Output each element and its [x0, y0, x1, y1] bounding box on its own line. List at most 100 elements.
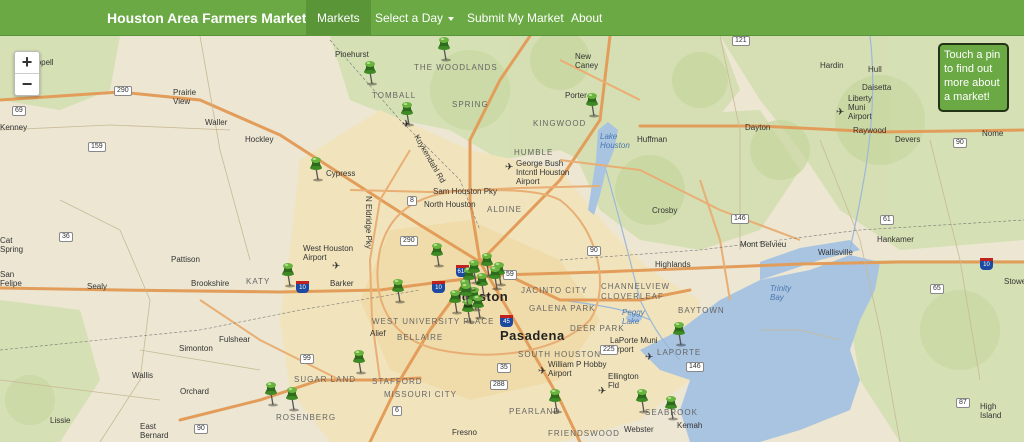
market-pin-icon[interactable]: [398, 101, 416, 127]
market-pin-icon[interactable]: [662, 395, 680, 421]
navbar: Houston Area Farmers Markets Markets Sel…: [0, 0, 1024, 36]
market-pin-icon[interactable]: [633, 388, 651, 414]
label-huffman: Huffman: [637, 135, 668, 144]
label-south-houston: SOUTH HOUSTON: [518, 350, 602, 359]
shield-290-city: 290: [400, 236, 418, 246]
label-brookshire: Brookshire: [191, 279, 230, 288]
label-rosenberg: ROSENBERG: [276, 413, 337, 422]
airport-icon-ellington: ✈: [598, 386, 607, 397]
label-the-woodlands: THE WOODLANDS: [414, 63, 498, 72]
label-new-caney: New Caney: [575, 52, 599, 70]
label-alief: Alief: [370, 329, 386, 338]
label-hardin: Hardin: [820, 61, 844, 70]
label-devers: Devers: [895, 135, 921, 144]
label-hull: Hull: [868, 65, 882, 74]
shield-90-east: 90: [953, 138, 967, 148]
shield-36: 36: [59, 232, 73, 242]
market-pin-icon[interactable]: [279, 262, 297, 288]
label-trinity-bay: Trinity Bay: [770, 284, 792, 302]
shield-i10-east: 10: [980, 258, 993, 270]
label-missouri-city: MISSOURI CITY: [384, 390, 458, 399]
nav-markets[interactable]: Markets: [306, 0, 371, 36]
label-highlands: Highlands: [655, 260, 691, 269]
label-barker: Barker: [330, 279, 354, 288]
label-deer-park: DEER PARK: [570, 324, 625, 333]
label-daisetta: Daisetta: [862, 83, 892, 92]
shield-99: 99: [300, 354, 314, 364]
label-katy: KATY: [246, 277, 271, 286]
label-bellaire: BELLAIRE: [397, 333, 444, 342]
shield-61: 61: [880, 215, 894, 225]
nav-about[interactable]: About: [560, 0, 613, 36]
shield-288: 288: [490, 380, 508, 390]
label-cat-spring: Cat Spring: [0, 236, 24, 254]
shield-6: 6: [392, 406, 402, 416]
label-hankamer: Hankamer: [877, 235, 914, 244]
shield-35: 35: [497, 363, 511, 373]
market-pin-icon[interactable]: [307, 156, 325, 182]
market-pin-icon[interactable]: [428, 242, 446, 268]
market-pin-icon[interactable]: [389, 278, 407, 304]
label-channelview: CHANNELVIEW: [601, 282, 671, 291]
label-spring: SPRING: [452, 100, 489, 109]
label-liberty-airport: Liberty Muni Airport: [848, 94, 873, 121]
label-lake-houston: Lake Houston: [600, 132, 630, 150]
nav-select-day-label: Select a Day: [375, 11, 444, 25]
label-galena-park: GALENA PARK: [529, 304, 596, 313]
label-aldine: ALDINE: [487, 205, 522, 214]
label-kingwood: KINGWOOD: [533, 119, 587, 128]
label-fulshear: Fulshear: [219, 335, 251, 344]
label-george-bush-airport: George Bush Intcntl Houston Airport: [516, 159, 570, 186]
label-hobby-airport: William P Hobby Airport: [548, 360, 607, 378]
map-canvas[interactable]: THE WOODLANDS TOMBALL SPRING KINGWOOD HU…: [0, 36, 1024, 442]
label-peggy-lake: Peggy Lake: [622, 308, 645, 326]
market-pin-icon[interactable]: [546, 388, 564, 414]
label-stafford: STAFFORD: [372, 377, 423, 386]
label-east-bernard: East Bernard: [140, 422, 169, 440]
market-pin-icon[interactable]: [583, 92, 601, 118]
nav-submit-market[interactable]: Submit My Market: [456, 0, 575, 36]
market-pin-icon[interactable]: [457, 282, 475, 308]
label-pasadena: Pasadena: [500, 328, 565, 343]
zoom-in-button[interactable]: +: [15, 52, 39, 74]
label-jacinto-city: JACINTO CITY: [521, 286, 588, 295]
label-orchard: Orchard: [180, 387, 209, 396]
label-pattison: Pattison: [171, 255, 200, 264]
shield-290: 290: [114, 86, 132, 96]
nav-select-day[interactable]: Select a Day: [364, 0, 465, 36]
label-lissie: Lissie: [50, 416, 71, 425]
label-cloverleaf: CLOVERLEAF: [601, 292, 664, 301]
shield-90-south: 90: [194, 424, 208, 434]
label-pinehurst: Pinehurst: [335, 50, 369, 59]
market-pin-icon[interactable]: [361, 60, 379, 86]
label-prairie-view: Prairie View: [173, 88, 197, 106]
label-high-island: High Island: [980, 402, 1002, 420]
shield-159: 159: [88, 142, 106, 152]
shield-121: 121: [732, 36, 750, 46]
shield-73: 69: [12, 106, 26, 116]
label-friendswood: FRIENDSWOOD: [548, 429, 620, 438]
label-nome: Nome: [982, 129, 1004, 138]
shield-45: 45: [500, 315, 513, 327]
market-pin-icon[interactable]: [435, 36, 453, 62]
label-webster: Webster: [624, 425, 654, 434]
label-stowe: Stowe: [1004, 277, 1024, 286]
label-laporte: LAPORTE: [657, 348, 702, 357]
shield-146-south: 146: [686, 362, 704, 372]
market-pin-icon[interactable]: [283, 386, 301, 412]
zoom-out-button[interactable]: −: [15, 74, 39, 95]
airport-icon-hobby: ✈: [538, 366, 547, 377]
map-tip: Touch a pin to find out more about a mar…: [938, 43, 1009, 112]
airport-icon-iah: ✈: [505, 162, 514, 173]
market-pin-icon[interactable]: [262, 381, 280, 407]
shield-65: 65: [930, 284, 944, 294]
airport-icon-laporte: ✈: [645, 352, 654, 363]
airport-icon-liberty: ✈: [836, 107, 845, 118]
label-mont-belvieu: Mont Belvieu: [740, 240, 787, 249]
label-simonton: Simonton: [179, 344, 213, 353]
market-pin-icon[interactable]: [670, 321, 688, 347]
market-pin-icon[interactable]: [350, 349, 368, 375]
label-san-felipe: San Felipe: [0, 270, 22, 288]
brand-title[interactable]: Houston Area Farmers Markets: [107, 0, 314, 36]
label-wallisville: Wallisville: [818, 248, 853, 257]
